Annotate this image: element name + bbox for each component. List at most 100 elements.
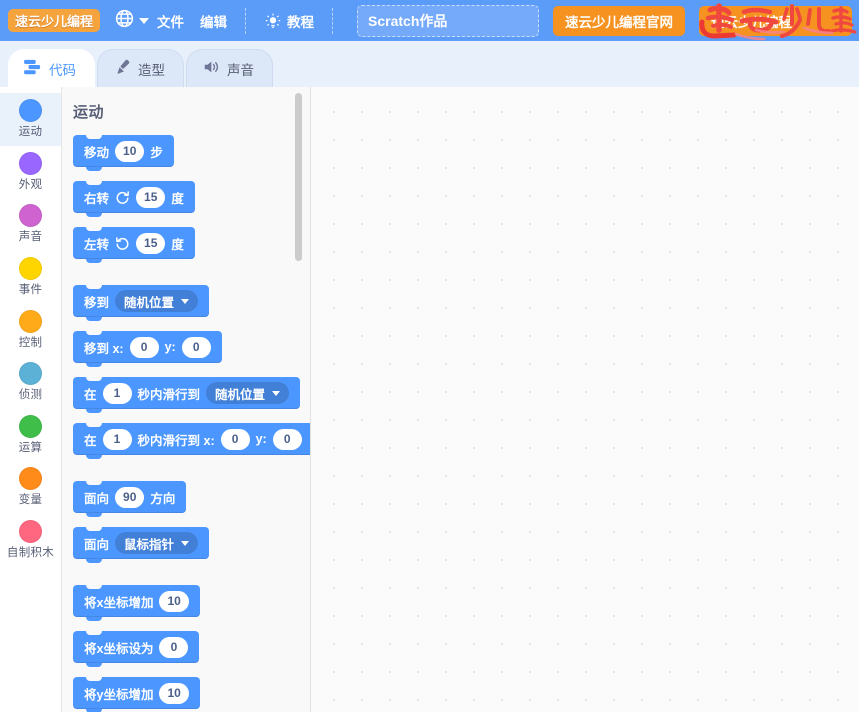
tab-costumes[interactable]: 造型 — [97, 49, 184, 87]
category-dot-sensing — [19, 362, 42, 386]
block-goto-xy-y-value[interactable]: 0 — [181, 336, 211, 358]
menu-file[interactable]: 文件 — [149, 7, 192, 35]
code-workspace-canvas[interactable] — [311, 87, 859, 712]
editor-tab-bar: 代码 造型 声音 — [0, 41, 859, 87]
block-glide-target-mid: 秒内滑行到 — [137, 387, 201, 402]
sidebar-item-sensing[interactable]: 侦测 — [0, 356, 61, 409]
block-point-towards-pre: 面向 — [84, 537, 110, 552]
block-glide-xy-secs[interactable]: 1 — [102, 428, 132, 450]
block-goto-xy-x-value[interactable]: 0 — [129, 336, 159, 358]
sidebar-item-events-label: 事件 — [18, 283, 43, 296]
palette-scrollbar-thumb[interactable] — [295, 93, 302, 261]
menu-edit[interactable]: 编辑 — [192, 7, 235, 35]
turn-right-icon — [115, 190, 130, 205]
block-glide-target-secs[interactable]: 1 — [102, 382, 132, 404]
sidebar-item-looks[interactable]: 外观 — [0, 146, 61, 199]
menu-divider-right — [332, 7, 334, 34]
tab-sounds-label: 声音 — [227, 62, 254, 78]
secondary-brand-label: 速云少儿编程 — [711, 14, 793, 30]
palette-heading: 运动 — [73, 104, 105, 121]
sidebar-item-my-blocks[interactable]: 自制积木 — [0, 514, 61, 567]
block-change-y-by-pre: 将y坐标增加 — [84, 687, 154, 702]
block-move-steps-value[interactable]: 10 — [115, 140, 145, 162]
sidebar-item-motion-label: 运动 — [18, 126, 43, 138]
chevron-down-icon — [181, 540, 190, 546]
category-dot-operators — [19, 414, 42, 438]
block-turn-left[interactable]: 左转 15 度 — [73, 227, 195, 263]
block-glide-target-dropdown-value: 随机位置 — [215, 387, 266, 402]
block-glide-xy-pre: 在 — [84, 433, 97, 448]
category-dot-variables — [19, 467, 42, 491]
editor-body: 运动 外观 声音 事件 控制 侦测 运算 变量 自制积木 运动 移动 10 步 … — [0, 87, 859, 712]
menu-divider-left — [245, 7, 247, 34]
sidebar-item-motion[interactable]: 运动 — [0, 93, 61, 146]
block-palette[interactable]: 运动 移动 10 步 右转 15 度 左转 15 度 移到 随机位置 移到 x:… — [62, 87, 311, 712]
block-point-direction-value[interactable]: 90 — [115, 486, 145, 508]
block-turn-right[interactable]: 右转 15 度 — [73, 181, 195, 217]
official-site-label: 速云少儿编程官网 — [565, 14, 674, 30]
block-move-steps-pre: 移动 — [84, 145, 110, 160]
menu-tutorials[interactable]: 教程 — [256, 7, 322, 35]
block-point-towards-dropdown[interactable]: 鼠标指针 — [115, 532, 199, 554]
palette-group-spacer-1 — [73, 273, 310, 285]
block-turn-right-pre: 右转 — [84, 191, 110, 206]
palette-group-spacer-2 — [73, 469, 310, 481]
block-set-x-to-value[interactable]: 0 — [159, 636, 189, 658]
sidebar-item-sound-label: 声音 — [18, 231, 43, 244]
sidebar-item-operators[interactable]: 运算 — [0, 409, 61, 462]
sidebar-item-my-blocks-label: 自制积木 — [6, 547, 55, 560]
language-selector[interactable] — [114, 8, 150, 34]
block-point-towards[interactable]: 面向 鼠标指针 — [73, 527, 210, 563]
block-change-y-by[interactable]: 将y坐标增加 10 — [73, 677, 200, 712]
block-glide-xy-x-value[interactable]: 0 — [220, 428, 250, 450]
block-point-direction[interactable]: 面向 90 方向 — [73, 481, 187, 517]
block-change-x-by-value[interactable]: 10 — [159, 590, 189, 612]
menu-edit-label: 编辑 — [200, 14, 228, 30]
sidebar-item-sound[interactable]: 声音 — [0, 198, 61, 251]
turn-left-icon — [115, 236, 130, 251]
code-blocks-icon — [24, 59, 42, 78]
sidebar-item-variables[interactable]: 变量 — [0, 461, 61, 514]
sidebar-item-operators-label: 运算 — [18, 441, 43, 454]
tab-code[interactable]: 代码 — [8, 49, 95, 87]
speaker-icon — [202, 59, 220, 78]
category-dot-motion — [19, 99, 42, 122]
tab-costumes-label: 造型 — [138, 62, 165, 78]
block-goto-xy[interactable]: 移到 x: 0 y: 0 — [73, 331, 222, 367]
sidebar-item-control-label: 控制 — [18, 336, 43, 349]
project-name-input[interactable]: Scratch作品 — [357, 4, 540, 37]
menu-tutorials-label: 教程 — [287, 14, 315, 30]
app-logo-text: 速云少儿编程 — [15, 14, 94, 29]
block-set-x-to[interactable]: 将x坐标设为 0 — [73, 631, 200, 667]
sidebar-item-looks-label: 外观 — [18, 178, 43, 191]
tab-code-label: 代码 — [49, 62, 76, 78]
chevron-down-icon — [181, 298, 190, 304]
app-logo[interactable]: 速云少儿编程 — [8, 9, 101, 32]
block-change-x-by[interactable]: 将x坐标增加 10 — [73, 585, 200, 621]
block-turn-right-value[interactable]: 15 — [136, 186, 166, 208]
block-glide-target[interactable]: 在 1 秒内滑行到 随机位置 — [73, 377, 301, 413]
block-glide-xy[interactable]: 在 1 秒内滑行到 x: 0 y: 0 — [73, 423, 310, 459]
project-name-value: Scratch作品 — [368, 12, 448, 29]
block-move-steps[interactable]: 移动 10 步 — [73, 135, 174, 171]
official-site-button[interactable]: 速云少儿编程官网 — [553, 5, 686, 36]
menu-bar: 速云少儿编程 文件 编辑 教程 Scratch作品 速云少儿编程官网 速云少儿编… — [0, 0, 859, 41]
block-goto-target-dropdown[interactable]: 随机位置 — [115, 290, 199, 312]
block-turn-left-value[interactable]: 15 — [136, 232, 166, 254]
paintbrush-icon — [113, 59, 131, 78]
block-goto-target-pre: 移到 — [84, 295, 110, 310]
tab-sounds[interactable]: 声音 — [186, 49, 273, 87]
block-change-x-by-pre: 将x坐标增加 — [84, 595, 154, 610]
block-change-y-by-value[interactable]: 10 — [159, 682, 189, 704]
block-glide-xy-mid2: y: — [255, 432, 267, 446]
block-goto-target[interactable]: 移到 随机位置 — [73, 285, 210, 321]
block-point-direction-pre: 面向 — [84, 491, 110, 506]
category-dot-my-blocks — [19, 520, 42, 544]
sidebar-item-events[interactable]: 事件 — [0, 251, 61, 304]
menu-file-label: 文件 — [157, 14, 185, 30]
block-glide-target-dropdown[interactable]: 随机位置 — [206, 382, 290, 404]
sidebar-item-control[interactable]: 控制 — [0, 304, 61, 357]
chevron-down-icon — [272, 390, 281, 396]
secondary-brand-button[interactable]: 速云少儿编程 — [699, 5, 853, 36]
lightbulb-icon — [264, 12, 282, 30]
